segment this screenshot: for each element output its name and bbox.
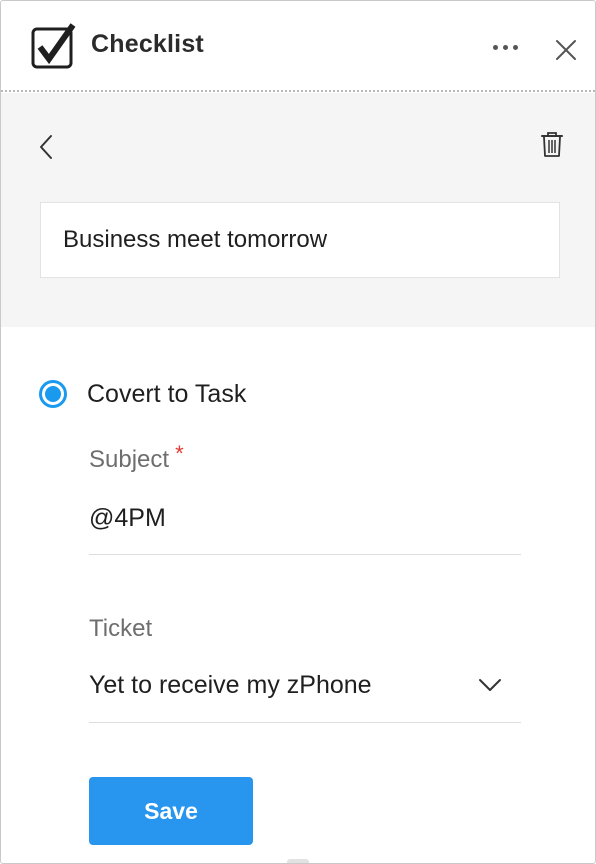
panel-title: Checklist — [91, 30, 204, 58]
radio-selected-dot — [45, 386, 61, 402]
subject-underline — [89, 554, 521, 555]
save-button[interactable]: Save — [89, 777, 253, 845]
convert-to-task-label: Covert to Task — [87, 379, 247, 408]
subject-label: Subject * — [89, 441, 184, 474]
checkbox-check-icon — [31, 23, 76, 69]
convert-to-task-option[interactable]: Covert to Task — [39, 376, 246, 412]
subject-input[interactable]: @4PM — [89, 504, 166, 533]
more-horizontal-icon — [492, 44, 498, 50]
chevron-down-icon[interactable] — [477, 675, 503, 695]
panel-header: Checklist — [1, 1, 595, 91]
more-options-button[interactable] — [485, 35, 525, 59]
resize-handle — [287, 859, 309, 863]
checklist-panel: Checklist Business meet tomorrow Covert … — [0, 0, 596, 864]
subject-label-text: Subject — [89, 446, 170, 473]
ticket-select-value[interactable]: Yet to receive my zPhone — [89, 671, 372, 700]
chevron-left-icon[interactable] — [35, 133, 59, 161]
checklist-item-text[interactable]: Business meet tomorrow — [40, 202, 560, 278]
ticket-label: Ticket — [89, 615, 153, 642]
required-marker: * — [175, 441, 184, 466]
header-divider — [1, 90, 595, 92]
radio-button[interactable] — [39, 380, 67, 408]
trash-icon[interactable] — [539, 131, 565, 159]
close-icon[interactable] — [553, 37, 579, 63]
ticket-underline — [89, 722, 521, 723]
